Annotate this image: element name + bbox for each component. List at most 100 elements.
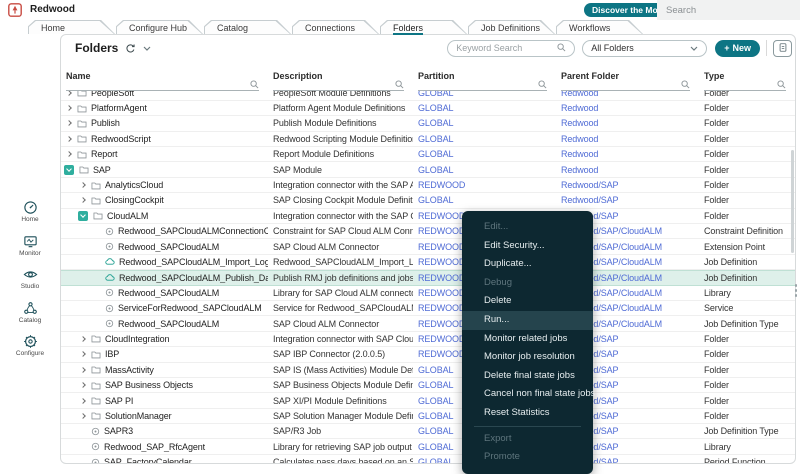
partition-link[interactable]: REDWOOD (418, 257, 465, 267)
partition-link[interactable]: REDWOOD (418, 242, 465, 252)
collapse-toggle-icon[interactable] (64, 165, 74, 175)
table-row[interactable]: MassActivitySAP IS (Mass Activities) Mod… (61, 363, 795, 378)
table-row[interactable]: Redwood_SAP_RfcAgentLibrary for retrievi… (61, 439, 795, 454)
table-row[interactable]: ClosingCockpitSAP Closing Cockpit Module… (61, 193, 795, 208)
parent-folder-link[interactable]: Redwood/SAP (561, 195, 618, 205)
chevron-right-icon[interactable] (80, 367, 86, 373)
chevron-right-icon[interactable] (66, 105, 72, 111)
column-filter-input[interactable] (66, 81, 259, 91)
table-row[interactable]: SAPSAP ModuleGLOBALRedwoodFolder (61, 162, 795, 177)
sidebar-item-home[interactable]: Home (0, 195, 60, 229)
vertical-scrollbar-thumb[interactable] (791, 150, 794, 253)
parent-folder-link[interactable]: Redwood (561, 134, 598, 144)
chevron-right-icon[interactable] (66, 151, 72, 157)
table-row[interactable]: Redwood_SAPCloudALMSAP Cloud ALM Connect… (61, 316, 795, 331)
table-row[interactable]: SAP PISAP XI/PI Module DefinitionsGLOBAL… (61, 393, 795, 408)
partition-link[interactable]: GLOBAL (418, 365, 453, 375)
column-filter-input[interactable] (561, 81, 690, 91)
document-export-button[interactable] (773, 40, 792, 57)
column-header-partition[interactable]: Partition (413, 71, 556, 81)
sidebar-item-catalog[interactable]: Catalog (0, 296, 60, 330)
partition-link[interactable]: REDWOOD (418, 303, 465, 313)
chevron-right-icon[interactable] (80, 198, 86, 204)
parent-folder-link[interactable]: Redwood (561, 165, 598, 175)
chevron-right-icon[interactable] (80, 336, 86, 342)
table-row[interactable]: PublishPublish Module DefinitionsGLOBALR… (61, 116, 795, 131)
table-row[interactable]: Redwood_SAPCloudALM_Import_LogsRedwood_S… (61, 255, 795, 270)
chevron-right-icon[interactable] (80, 398, 86, 404)
collapse-toggle-icon[interactable] (78, 211, 88, 221)
sidebar-item-configure[interactable]: Configure (0, 329, 60, 363)
menu-item-delete-final-state-jobs[interactable]: Delete final state jobs (462, 367, 593, 386)
column-header-description[interactable]: Description (268, 71, 413, 81)
parent-folder-link[interactable]: Redwood/SAP (561, 180, 618, 190)
parent-folder-link[interactable]: Redwood (561, 91, 598, 98)
partition-link[interactable]: GLOBAL (418, 195, 453, 205)
sidebar-item-studio[interactable]: Studio (0, 262, 60, 296)
drag-handle-dots[interactable] (794, 284, 798, 297)
menu-item-cancel-non-final-state-jobs[interactable]: Cancel non final state jobs (462, 385, 593, 404)
partition-link[interactable]: REDWOOD (418, 334, 465, 344)
table-row[interactable]: CloudALMIntegration connector with the S… (61, 209, 795, 224)
tab-folders[interactable]: Folders (380, 20, 467, 34)
partition-link[interactable]: GLOBAL (418, 396, 453, 406)
partition-link[interactable]: GLOBAL (418, 118, 453, 128)
chevron-right-icon[interactable] (80, 351, 86, 357)
chevron-right-icon[interactable] (66, 136, 72, 142)
table-row[interactable]: Redwood_SAPCloudALMLibrary for SAP Cloud… (61, 286, 795, 301)
menu-item-run[interactable]: Run... (462, 311, 593, 330)
table-row[interactable]: Redwood_SAPCloudALMConnectionConstraintC… (61, 224, 795, 239)
table-row[interactable]: ServiceForRedwood_SAPCloudALMService for… (61, 301, 795, 316)
table-row[interactable]: PlatformAgentPlatform Agent Module Defin… (61, 101, 795, 116)
partition-link[interactable]: GLOBAL (418, 165, 453, 175)
menu-item-edit-security[interactable]: Edit Security... (462, 237, 593, 256)
table-row[interactable]: Redwood_SAPCloudALM_Publish_DataPublish … (61, 270, 795, 285)
sidebar-item-monitor[interactable]: Monitor (0, 229, 60, 263)
menu-item-monitor-job-resolution[interactable]: Monitor job resolution (462, 348, 593, 367)
column-header-name[interactable]: Name (61, 71, 268, 81)
column-header-parent-folder[interactable]: Parent Folder (556, 71, 699, 81)
tab-configure-hub[interactable]: Configure Hub (116, 20, 203, 34)
tab-workflows[interactable]: Workflows (556, 20, 643, 34)
menu-item-reset-statistics[interactable]: Reset Statistics (462, 404, 593, 423)
menu-item-monitor-related-jobs[interactable]: Monitor related jobs (462, 330, 593, 349)
table-row[interactable]: SolutionManagerSAP Solution Manager Modu… (61, 409, 795, 424)
global-search-input[interactable]: Search (657, 0, 800, 20)
chevron-right-icon[interactable] (80, 182, 86, 188)
tab-catalog[interactable]: Catalog (204, 20, 291, 34)
column-filter-input[interactable] (704, 81, 786, 91)
table-row[interactable]: IBPSAP IBP Connector (2.0.0.5)REDWOODRed… (61, 347, 795, 362)
chevron-right-icon[interactable] (80, 382, 86, 388)
folder-scope-select[interactable]: All Folders (582, 40, 707, 57)
partition-link[interactable]: REDWOOD (418, 180, 465, 190)
partition-link[interactable]: GLOBAL (418, 380, 453, 390)
table-row[interactable]: SAPR3SAP/R3 JobGLOBALRedwood/SAPJob Defi… (61, 424, 795, 439)
parent-folder-link[interactable]: Redwood (561, 149, 598, 159)
table-row[interactable]: ReportReport Module DefinitionsGLOBALRed… (61, 147, 795, 162)
partition-link[interactable]: REDWOOD (418, 211, 465, 221)
partition-link[interactable]: REDWOOD (418, 349, 465, 359)
table-row[interactable]: CloudIntegrationIntegration connector wi… (61, 332, 795, 347)
partition-link[interactable]: REDWOOD (418, 288, 465, 298)
table-row[interactable]: AnalyticsCloudIntegration connector with… (61, 178, 795, 193)
menu-item-duplicate[interactable]: Duplicate... (462, 255, 593, 274)
partition-link[interactable]: GLOBAL (418, 426, 453, 436)
new-button[interactable]: + New (715, 40, 760, 57)
keyword-search-input[interactable]: Keyword Search (447, 40, 575, 57)
menu-item-delete[interactable]: Delete (462, 292, 593, 311)
partition-link[interactable]: REDWOOD (418, 226, 465, 236)
tab-home[interactable]: Home (28, 20, 115, 34)
column-filter-input[interactable] (273, 81, 404, 91)
table-row[interactable]: RedwoodScriptRedwood Scripting Module De… (61, 132, 795, 147)
partition-link[interactable]: REDWOOD (418, 319, 465, 329)
partition-link[interactable]: GLOBAL (418, 149, 453, 159)
partition-link[interactable]: GLOBAL (418, 411, 453, 421)
chevron-right-icon[interactable] (66, 91, 72, 96)
table-row[interactable]: SAP Business ObjectsSAP Business Objects… (61, 378, 795, 393)
table-row[interactable]: SAP_FactoryCalendarCalculates pass days … (61, 455, 795, 463)
partition-link[interactable]: GLOBAL (418, 134, 453, 144)
partition-link[interactable]: GLOBAL (418, 103, 453, 113)
partition-link[interactable]: GLOBAL (418, 442, 453, 452)
chevron-right-icon[interactable] (66, 121, 72, 127)
column-filter-input[interactable] (418, 81, 547, 91)
